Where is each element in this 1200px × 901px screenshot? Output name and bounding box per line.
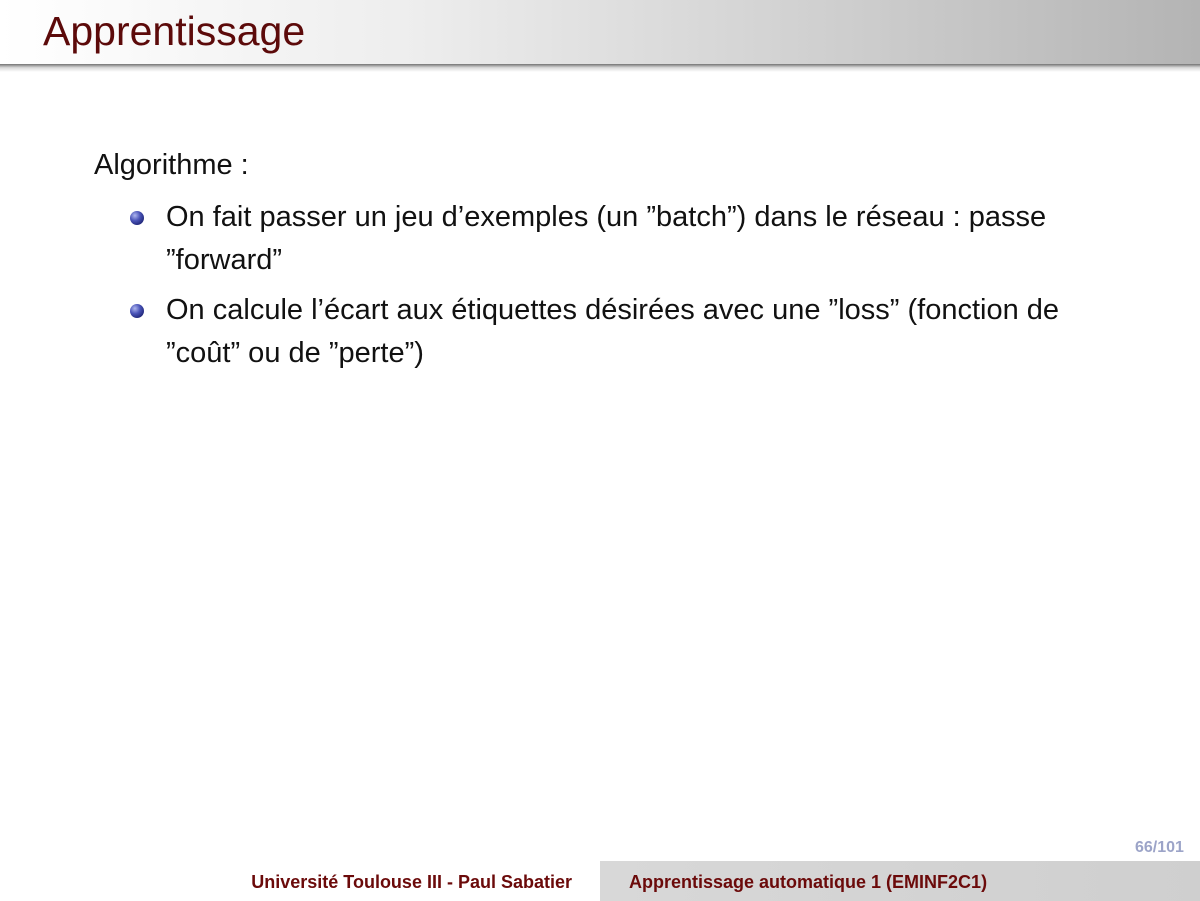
- header-shadow: [0, 64, 1200, 72]
- footer-left-panel: Université Toulouse III - Paul Sabatier: [0, 861, 600, 901]
- slide-intro: Algorithme :: [94, 149, 249, 181]
- bullet-text: On calcule l’écart aux étiquettes désiré…: [166, 294, 1060, 369]
- slide-title: Apprentissage: [43, 8, 306, 54]
- bullet-icon: [130, 304, 144, 318]
- bullet-item: On fait passer un jeu d’exemples (un ”ba…: [128, 196, 1128, 282]
- bullet-text: On fait passer un jeu d’exemples (un ”ba…: [166, 201, 1047, 276]
- bullet-list: On fait passer un jeu d’exemples (un ”ba…: [128, 196, 1128, 382]
- slide-header: Apprentissage: [0, 0, 1200, 64]
- bullet-icon: [130, 211, 144, 225]
- page-number: 66/101: [1135, 839, 1184, 856]
- footer-university: Université Toulouse III - Paul Sabatier: [251, 872, 572, 892]
- footer-course-title: Apprentissage automatique 1 (EMINF2C1): [629, 872, 988, 892]
- footer-right-panel: Apprentissage automatique 1 (EMINF2C1): [600, 861, 1200, 901]
- bullet-item: On calcule l’écart aux étiquettes désiré…: [128, 289, 1128, 375]
